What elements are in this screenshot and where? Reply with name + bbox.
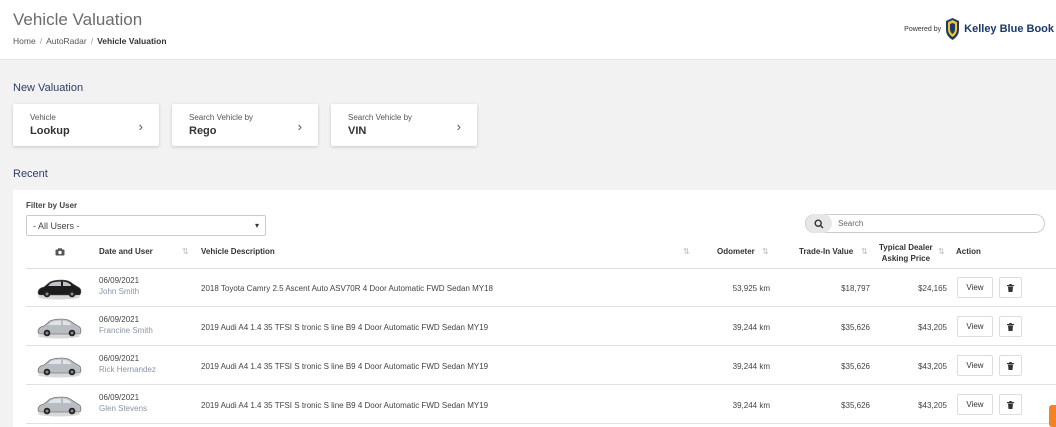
valuation-user: Rick Hernandez: [99, 365, 156, 374]
card-title: VIN: [348, 125, 367, 137]
sort-icon[interactable]: ⇅: [182, 247, 189, 256]
valuation-user: Francine Smith: [99, 326, 153, 335]
kbb-brand-name: Kelley Blue Book: [964, 23, 1054, 35]
trade-in-value: $35,626: [841, 323, 870, 332]
delete-button[interactable]: [999, 316, 1022, 337]
recent-title: Recent: [13, 168, 48, 180]
asking-price-value: $24,165: [918, 284, 947, 293]
recent-panel: Filter by User - All Users - ▾ Date and …: [13, 190, 1056, 427]
card-title: Lookup: [30, 125, 70, 137]
trade-in-value: $18,797: [841, 284, 870, 293]
valuation-date: 06/09/2021: [99, 393, 140, 402]
delete-button[interactable]: [999, 394, 1022, 415]
view-button[interactable]: View: [957, 277, 993, 298]
delete-button[interactable]: [999, 277, 1022, 298]
search-box: [805, 214, 1045, 233]
column-header-action: Action: [956, 247, 981, 256]
odometer-value: 39,244 km: [732, 362, 770, 371]
vehicle-description: 2019 Audi A4 1.4 35 TFSI S tronic S line…: [201, 401, 489, 410]
page-header: Vehicle Valuation Home / AutoRadar / Veh…: [0, 0, 1056, 60]
odometer-value: 39,244 km: [732, 323, 770, 332]
asking-price-value: $43,205: [918, 362, 947, 371]
valuation-user: Glen Stevens: [99, 404, 148, 413]
user-filter-value: - All Users -: [33, 220, 80, 231]
powered-by-kbb: Powered by Kelley Blue Book: [904, 17, 1054, 41]
card-title: Rego: [189, 125, 217, 137]
view-button[interactable]: View: [957, 316, 993, 337]
search-input[interactable]: [838, 219, 1018, 228]
vehicle-thumbnail: [36, 275, 82, 301]
valuation-date: 06/09/2021: [99, 315, 140, 324]
page-title: Vehicle Valuation: [13, 10, 143, 29]
delete-button[interactable]: [999, 355, 1022, 376]
column-header-date-user[interactable]: Date and User: [99, 247, 153, 256]
trash-icon: [1007, 361, 1014, 370]
vehicle-thumbnail: [36, 314, 82, 340]
trash-icon: [1007, 322, 1014, 331]
odometer-value: 39,244 km: [732, 401, 770, 410]
valuation-date: 06/09/2021: [99, 276, 140, 285]
column-header-description[interactable]: Vehicle Description: [201, 247, 275, 256]
column-header-odometer[interactable]: Odometer: [717, 247, 755, 256]
breadcrumb: Home / AutoRadar / Vehicle Valuation: [13, 36, 167, 46]
view-button[interactable]: View: [957, 355, 993, 376]
vin-search-card[interactable]: Search Vehicle by VIN ›: [331, 104, 477, 146]
table-row: 06/09/2021 Rick Hernandez 2019 Audi A4 1…: [26, 347, 1056, 385]
table-row: 06/09/2021 John Smith 2018 Toyota Camry …: [26, 269, 1056, 307]
new-valuation-title: New Valuation: [13, 82, 84, 94]
breadcrumb-home[interactable]: Home: [13, 36, 36, 46]
asking-header-line2: Asking Price: [881, 254, 931, 263]
filter-label: Filter by User: [26, 201, 78, 210]
search-button[interactable]: [806, 214, 832, 233]
trash-icon: [1007, 400, 1014, 409]
chevron-right-icon: ›: [456, 119, 461, 134]
chevron-right-icon: ›: [297, 119, 302, 134]
rego-search-card[interactable]: Search Vehicle by Rego ›: [172, 104, 318, 146]
vehicle-description: 2019 Audi A4 1.4 35 TFSI S tronic S line…: [201, 323, 489, 332]
powered-by-label: Powered by: [904, 25, 942, 33]
valuation-date: 06/09/2021: [99, 354, 140, 363]
view-button[interactable]: View: [957, 394, 993, 415]
breadcrumb-current: Vehicle Valuation: [97, 36, 167, 46]
sort-icon[interactable]: ⇅: [762, 247, 769, 256]
trade-in-value: $35,626: [841, 401, 870, 410]
card-subtitle: Search Vehicle by: [189, 113, 254, 122]
table-row: 06/09/2021 Francine Smith 2019 Audi A4 1…: [26, 308, 1056, 346]
column-header-trade-in[interactable]: Trade-In Value: [799, 247, 853, 256]
vehicle-thumbnail: [36, 353, 82, 379]
vehicle-description: 2018 Toyota Camry 2.5 Ascent Auto ASV70R…: [201, 284, 494, 293]
search-icon: [814, 218, 824, 228]
asking-price-value: $43,205: [918, 401, 947, 410]
vehicle-description: 2019 Audi A4 1.4 35 TFSI S tronic S line…: [201, 362, 489, 371]
chevron-right-icon: ›: [138, 119, 143, 134]
chevron-down-icon: ▾: [254, 221, 259, 230]
feedback-tab[interactable]: [1049, 405, 1056, 427]
card-subtitle: Search Vehicle by: [348, 113, 413, 122]
kbb-logo-icon: [946, 18, 960, 40]
vehicle-thumbnail: [36, 392, 82, 418]
valuation-user: John Smith: [99, 287, 140, 296]
asking-price-value: $43,205: [918, 323, 947, 332]
user-filter-select[interactable]: - All Users - ▾: [26, 215, 266, 236]
card-subtitle: Vehicle: [30, 113, 56, 122]
odometer-value: 53,925 km: [732, 284, 770, 293]
table-row: 06/09/2021 Glen Stevens 2019 Audi A4 1.4…: [26, 386, 1056, 424]
breadcrumb-autoradar[interactable]: AutoRadar: [46, 36, 87, 46]
sort-icon[interactable]: ⇅: [683, 247, 690, 256]
asking-header-line1: Typical Dealer: [879, 243, 933, 252]
breadcrumb-separator: /: [39, 36, 43, 46]
column-header-asking-price[interactable]: Typical Dealer Asking Price: [879, 242, 933, 264]
sort-icon[interactable]: ⇅: [861, 247, 868, 256]
lookup-card[interactable]: Vehicle Lookup ›: [13, 104, 159, 146]
trade-in-value: $35,626: [841, 362, 870, 371]
breadcrumb-separator: /: [90, 36, 94, 46]
sort-icon[interactable]: ⇅: [938, 247, 945, 256]
trash-icon: [1007, 283, 1014, 292]
camera-icon: [55, 248, 65, 256]
